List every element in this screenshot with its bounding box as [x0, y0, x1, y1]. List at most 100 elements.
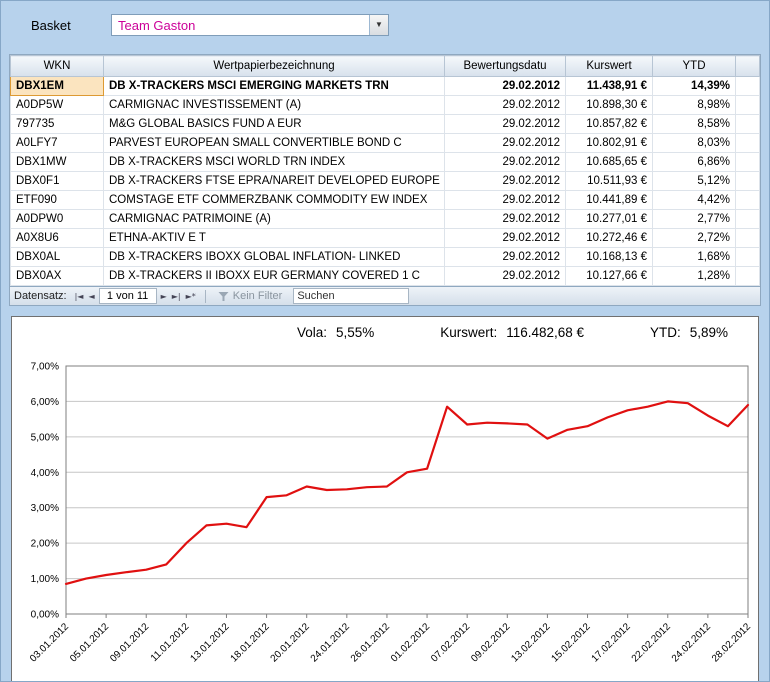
table-row[interactable]: A0X8U6ETHNA-AKTIV E T29.02.201210.272,46… — [11, 229, 760, 248]
cell-ytd[interactable]: 2,77% — [653, 210, 736, 229]
basket-label: Basket — [31, 18, 111, 33]
column-header-wkn[interactable]: WKN — [11, 56, 104, 77]
cell-name[interactable]: DB X-TRACKERS II IBOXX EUR GERMANY COVER… — [104, 267, 445, 286]
cell-value[interactable]: 10.168,13 € — [566, 248, 653, 267]
column-header-date[interactable]: Bewertungsdatu — [445, 56, 566, 77]
column-header-filler — [736, 56, 760, 77]
cell-wkn[interactable]: A0DP5W — [11, 96, 104, 115]
cell-name[interactable]: M&G GLOBAL BASICS FUND A EUR — [104, 115, 445, 134]
cell-value[interactable]: 10.857,82 € — [566, 115, 653, 134]
cell-wkn[interactable]: DBX0F1 — [11, 172, 104, 191]
vola-stat: Vola:5,55% — [297, 325, 374, 343]
cell-wkn[interactable]: DBX0AX — [11, 267, 104, 286]
cell-date[interactable]: 29.02.2012 — [445, 172, 566, 191]
cell-ytd[interactable]: 1,28% — [653, 267, 736, 286]
cell-value[interactable]: 10.802,91 € — [566, 134, 653, 153]
table-row[interactable]: 797735M&G GLOBAL BASICS FUND A EUR29.02.… — [11, 115, 760, 134]
next-record-button[interactable]: ► — [160, 289, 168, 304]
cell-value[interactable]: 10.685,65 € — [566, 153, 653, 172]
cell-filler — [736, 267, 760, 286]
cell-ytd[interactable]: 6,86% — [653, 153, 736, 172]
kurswert-stat: Kurswert:116.482,68 € — [440, 325, 584, 343]
filter-button-label: Kein Filter — [233, 290, 283, 302]
combobox-dropdown-button[interactable]: ▼ — [369, 15, 388, 35]
cell-ytd[interactable]: 8,03% — [653, 134, 736, 153]
cell-date[interactable]: 29.02.2012 — [445, 77, 566, 96]
cell-filler — [736, 248, 760, 267]
cell-name[interactable]: CARMIGNAC INVESTISSEMENT (A) — [104, 96, 445, 115]
cell-wkn[interactable]: ETF090 — [11, 191, 104, 210]
record-position-field[interactable] — [99, 288, 157, 304]
table-row[interactable]: DBX1MWDB X-TRACKERS MSCI WORLD TRN INDEX… — [11, 153, 760, 172]
cell-value[interactable]: 10.511,93 € — [566, 172, 653, 191]
cell-date[interactable]: 29.02.2012 — [445, 210, 566, 229]
cell-wkn[interactable]: A0DPW0 — [11, 210, 104, 229]
cell-wkn[interactable]: A0LFY7 — [11, 134, 104, 153]
cell-value[interactable]: 10.127,66 € — [566, 267, 653, 286]
cell-name[interactable]: DB X-TRACKERS FTSE EPRA/NAREIT DEVELOPED… — [104, 172, 445, 191]
cell-date[interactable]: 29.02.2012 — [445, 134, 566, 153]
cell-value[interactable]: 10.898,30 € — [566, 96, 653, 115]
table-row[interactable]: DBX0ALDB X-TRACKERS IBOXX GLOBAL INFLATI… — [11, 248, 760, 267]
cell-ytd[interactable]: 5,12% — [653, 172, 736, 191]
table-row[interactable]: DBX0AXDB X-TRACKERS II IBOXX EUR GERMANY… — [11, 267, 760, 286]
table-row[interactable]: ETF090COMSTAGE ETF COMMERZBANK COMMODITY… — [11, 191, 760, 210]
cell-filler — [736, 77, 760, 96]
table-row[interactable]: DBX1EMDB X-TRACKERS MSCI EMERGING MARKET… — [11, 77, 760, 96]
cell-name[interactable]: CARMIGNAC PATRIMOINE (A) — [104, 210, 445, 229]
chevron-down-icon: ▼ — [375, 21, 383, 29]
cell-name[interactable]: DB X-TRACKERS MSCI EMERGING MARKETS TRN — [104, 77, 445, 96]
basket-combobox[interactable]: Team Gaston ▼ — [111, 14, 389, 36]
cell-ytd[interactable]: 8,58% — [653, 115, 736, 134]
y-axis-tick-label: 2,00% — [31, 539, 59, 550]
first-record-button[interactable]: |◄ — [74, 289, 85, 304]
vola-value: 5,55% — [336, 325, 374, 340]
cell-ytd[interactable]: 4,42% — [653, 191, 736, 210]
table-row[interactable]: DBX0F1DB X-TRACKERS FTSE EPRA/NAREIT DEV… — [11, 172, 760, 191]
new-record-button[interactable]: ►* — [185, 289, 197, 304]
table-header-row: WKNWertpapierbezeichnungBewertungsdatuKu… — [11, 56, 760, 77]
cell-ytd[interactable]: 8,98% — [653, 96, 736, 115]
x-axis-tick-label: 09.02.2012 — [469, 621, 512, 664]
cell-date[interactable]: 29.02.2012 — [445, 153, 566, 172]
column-header-ytd[interactable]: YTD — [653, 56, 736, 77]
cell-value[interactable]: 11.438,91 € — [566, 77, 653, 96]
cell-date[interactable]: 29.02.2012 — [445, 115, 566, 134]
cell-date[interactable]: 29.02.2012 — [445, 229, 566, 248]
cell-name[interactable]: ETHNA-AKTIV E T — [104, 229, 445, 248]
cell-name[interactable]: DB X-TRACKERS MSCI WORLD TRN INDEX — [104, 153, 445, 172]
cell-value[interactable]: 10.272,46 € — [566, 229, 653, 248]
cell-value[interactable]: 10.277,01 € — [566, 210, 653, 229]
table-row[interactable]: A0DP5WCARMIGNAC INVESTISSEMENT (A)29.02.… — [11, 96, 760, 115]
cell-date[interactable]: 29.02.2012 — [445, 248, 566, 267]
cell-wkn[interactable]: DBX1EM — [11, 77, 104, 96]
table-row[interactable]: A0LFY7PARVEST EUROPEAN SMALL CONVERTIBLE… — [11, 134, 760, 153]
cell-ytd[interactable]: 14,39% — [653, 77, 736, 96]
cell-wkn[interactable]: DBX0AL — [11, 248, 104, 267]
cell-wkn[interactable]: 797735 — [11, 115, 104, 134]
cell-ytd[interactable]: 2,72% — [653, 229, 736, 248]
column-header-name[interactable]: Wertpapierbezeichnung — [104, 56, 445, 77]
x-axis-tick-label: 01.02.2012 — [389, 621, 432, 664]
cell-wkn[interactable]: A0X8U6 — [11, 229, 104, 248]
cell-date[interactable]: 29.02.2012 — [445, 191, 566, 210]
cell-date[interactable]: 29.02.2012 — [445, 267, 566, 286]
cell-value[interactable]: 10.441,89 € — [566, 191, 653, 210]
divider — [205, 290, 206, 303]
last-record-button[interactable]: ►| — [171, 289, 182, 304]
x-axis-tick-label: 13.01.2012 — [188, 621, 231, 664]
x-axis-tick-label: 15.02.2012 — [549, 621, 592, 664]
cell-name[interactable]: COMSTAGE ETF COMMERZBANK COMMODITY EW IN… — [104, 191, 445, 210]
y-axis-tick-label: 6,00% — [31, 397, 59, 408]
column-header-value[interactable]: Kurswert — [566, 56, 653, 77]
search-input[interactable] — [293, 288, 409, 304]
cell-name[interactable]: DB X-TRACKERS IBOXX GLOBAL INFLATION- LI… — [104, 248, 445, 267]
cell-ytd[interactable]: 1,68% — [653, 248, 736, 267]
table-row[interactable]: A0DPW0CARMIGNAC PATRIMOINE (A)29.02.2012… — [11, 210, 760, 229]
filter-button[interactable]: Kein Filter — [214, 290, 287, 302]
chart-stats: Vola:5,55% Kurswert:116.482,68 € YTD:5,8… — [12, 317, 758, 343]
cell-name[interactable]: PARVEST EUROPEAN SMALL CONVERTIBLE BOND … — [104, 134, 445, 153]
cell-date[interactable]: 29.02.2012 — [445, 96, 566, 115]
cell-wkn[interactable]: DBX1MW — [11, 153, 104, 172]
previous-record-button[interactable]: ◄ — [87, 289, 95, 304]
